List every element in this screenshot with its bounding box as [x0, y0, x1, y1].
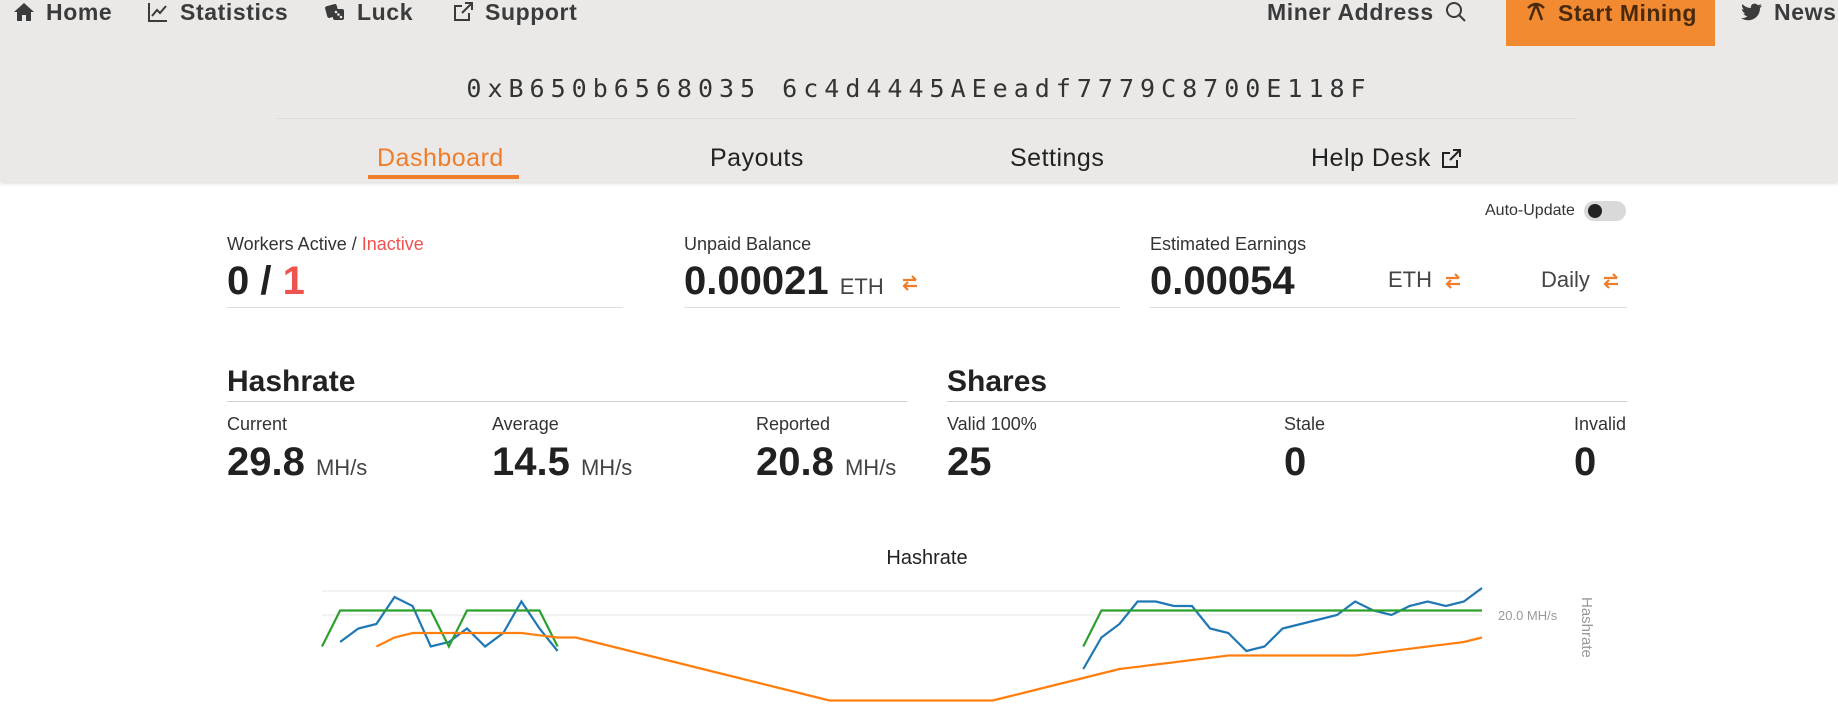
- hashrate-current: 29.8 MH/s: [227, 440, 367, 485]
- shares-stale-label: Stale: [1284, 414, 1326, 434]
- top-nav: Home Statistics Luck Support Miner Addre…: [0, 0, 1838, 46]
- shares-stale-value: 0: [1284, 440, 1307, 484]
- hashrate-average-value: 14.5: [492, 440, 570, 484]
- exchange-icon: [1603, 273, 1619, 289]
- nav-miner-address[interactable]: Miner Address: [1267, 0, 1468, 26]
- nav-support-label: Support: [485, 0, 578, 25]
- hashrate-current-unit: MH/s: [315, 455, 368, 480]
- workers-inactive-label: Inactive: [361, 234, 424, 254]
- earnings-currency-selector[interactable]: ETH: [1388, 267, 1462, 293]
- series-average-line: [375, 631, 1483, 702]
- divider: [227, 401, 907, 402]
- start-mining-label: Start Mining: [1558, 0, 1697, 26]
- divider: [227, 307, 623, 308]
- pickaxe-icon: [1527, 2, 1545, 21]
- shares-invalid-label: Invalid: [1574, 414, 1627, 434]
- divider: [1150, 307, 1627, 308]
- earnings-unit: ETH: [1388, 267, 1432, 292]
- auto-update-toggle[interactable]: [1584, 201, 1626, 221]
- workers-active-label: Workers Active /: [227, 234, 357, 254]
- hashrate-reported-unit: MH/s: [844, 455, 897, 480]
- hashrate-average-unit: MH/s: [580, 455, 633, 480]
- chart-title: Hashrate: [886, 547, 968, 569]
- y-axis-label: Hashrate: [1578, 597, 1595, 658]
- exchange-icon[interactable]: [901, 274, 919, 292]
- tab-payouts-label: Payouts: [710, 144, 804, 172]
- start-mining-button[interactable]: Start Mining: [1506, 0, 1715, 46]
- hashrate-current-value: 29.8: [227, 440, 305, 484]
- nav-luck[interactable]: Luck: [323, 0, 413, 26]
- series-current-line: [339, 587, 1483, 670]
- divider: [947, 401, 1627, 402]
- workers-label: Workers Active / Inactive: [227, 234, 424, 255]
- y-tick-label: 20.0 MH/s: [1498, 608, 1558, 623]
- dice-icon: [325, 4, 344, 20]
- active-tab-indicator: [368, 175, 519, 179]
- earnings-period-selector[interactable]: Daily: [1541, 267, 1620, 293]
- hashrate-reported: 20.8 MH/s: [756, 440, 896, 485]
- external-link-icon: [1441, 148, 1461, 168]
- search-icon: [1445, 2, 1466, 22]
- twitter-icon: [1741, 3, 1762, 21]
- tab-payouts[interactable]: Payouts: [710, 144, 804, 173]
- tab-settings[interactable]: Settings: [1010, 144, 1104, 173]
- nav-news[interactable]: News: [1740, 0, 1836, 26]
- hashrate-current-label: Current: [227, 414, 288, 434]
- home-icon: [14, 3, 34, 21]
- estimated-earnings-label: Estimated Earnings: [1150, 234, 1307, 254]
- unpaid-balance-value: 0.00021: [684, 259, 829, 303]
- tab-help-desk-label: Help Desk: [1311, 144, 1431, 172]
- tab-settings-label: Settings: [1010, 144, 1105, 172]
- nav-news-label: News: [1774, 0, 1837, 25]
- nav-home[interactable]: Home: [12, 0, 112, 26]
- nav-home-label: Home: [46, 0, 113, 25]
- external-link-icon: [454, 2, 473, 21]
- miner-header: [0, 46, 1838, 182]
- divider: [277, 118, 1575, 119]
- exchange-icon: [1445, 273, 1461, 289]
- earnings-period: Daily: [1541, 267, 1590, 292]
- hashrate-chart: 20.0 MH/s Hashrate: [321, 587, 1595, 702]
- tab-dashboard[interactable]: Dashboard: [377, 144, 504, 173]
- shares-invalid-value: 0: [1574, 440, 1597, 484]
- nav-miner-address-label: Miner Address: [1267, 0, 1434, 25]
- hashrate-reported-label: Reported: [756, 414, 831, 434]
- shares-valid-value: 25: [947, 440, 992, 484]
- toggle-knob: [1588, 204, 1602, 218]
- tab-dashboard-label: Dashboard: [377, 144, 504, 172]
- workers-inactive-count: 1: [282, 259, 305, 303]
- miner-address: 0xB650b6568035 6c4d4445AEeadf7779C8700E1…: [466, 74, 1372, 103]
- hashrate-average-label: Average: [492, 414, 559, 434]
- hashrate-title: Hashrate: [227, 365, 356, 398]
- auto-update-label: Auto-Update: [1485, 202, 1575, 219]
- line-chart-icon: [148, 3, 167, 22]
- nav-statistics[interactable]: Statistics: [146, 0, 288, 26]
- shares-title: Shares: [947, 365, 1048, 398]
- tab-help-desk[interactable]: Help Desk: [1311, 144, 1463, 173]
- hashrate-reported-value: 20.8: [756, 440, 834, 484]
- estimated-earnings-value: 0.00054: [1150, 259, 1295, 303]
- series-reported-line: [321, 609, 1482, 649]
- nav-support[interactable]: Support: [451, 0, 577, 26]
- nav-luck-label: Luck: [357, 0, 414, 25]
- unpaid-balance-label: Unpaid Balance: [684, 234, 812, 254]
- nav-statistics-label: Statistics: [180, 0, 289, 25]
- workers-active-count: 0 /: [227, 259, 272, 303]
- shares-valid-label: Valid 100%: [947, 414, 1037, 434]
- unpaid-balance-unit: ETH: [839, 274, 884, 299]
- workers-count: 0 / 1: [227, 259, 305, 304]
- unpaid-balance: 0.00021 ETH: [684, 259, 919, 304]
- hashrate-average: 14.5 MH/s: [492, 440, 632, 485]
- divider: [684, 307, 1120, 308]
